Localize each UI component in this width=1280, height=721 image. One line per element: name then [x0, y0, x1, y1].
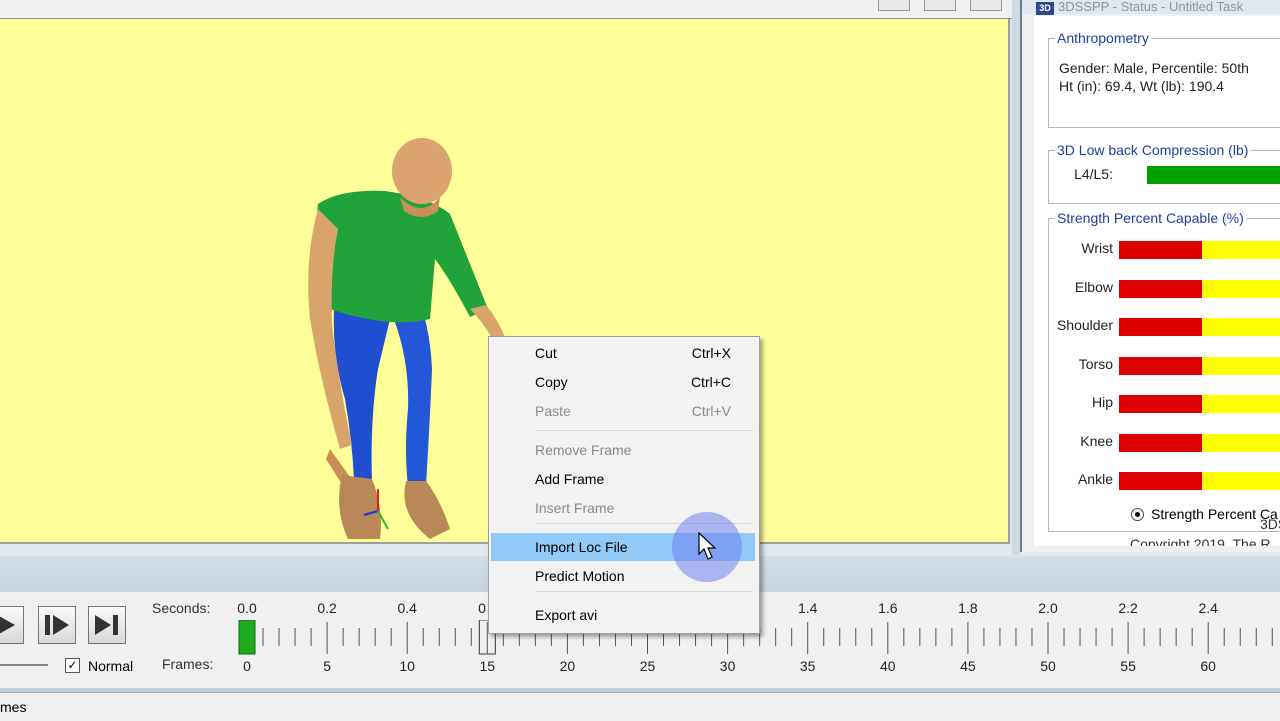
status-bar-text: mes: [0, 699, 27, 715]
seconds-tick-label: 0.2: [317, 600, 337, 616]
close-button[interactable]: [970, 0, 1002, 11]
menu-item-export-avi[interactable]: Export avi: [491, 601, 755, 629]
context-menu: Cut Ctrl+X Copy Ctrl+C Paste Ctrl+V Remove Fra…: [488, 336, 760, 634]
menu-item-label: Export avi: [535, 607, 598, 623]
strength-row-label: Elbow: [1074, 278, 1113, 295]
normal-checkbox[interactable]: ✓: [65, 658, 80, 673]
menu-item-label: Import Loc File: [535, 539, 628, 555]
anthropometry-group: Anthropometry Gender: Male, Percentile: …: [1048, 30, 1280, 128]
menu-item-label: Add Frame: [535, 471, 605, 487]
menu-separator: [535, 430, 753, 431]
status-window: 3D 3DSSPP - Status - Untitled Task Anthro…: [1020, 0, 1280, 552]
strength-bar-mid: [1202, 241, 1280, 259]
keyframe-marker[interactable]: [238, 620, 256, 655]
height-weight-text: Ht (in): 69.4, Wt (lb): 190.4: [1059, 78, 1224, 94]
mouse-pointer-icon: [698, 532, 717, 560]
frame-tick-label: 15: [479, 658, 496, 674]
gender-percentile-text: Gender: Male, Percentile: 50th: [1059, 60, 1249, 76]
status-window-title: 3DSSPP - Status - Untitled Task: [1058, 0, 1244, 14]
low-back-compression-group: 3D Low back Compression (lb) L4/L5:: [1048, 142, 1280, 204]
menu-item-remove-frame[interactable]: Remove Frame: [491, 436, 755, 464]
speed-slider-track[interactable]: [0, 664, 48, 666]
menu-item-add-frame[interactable]: Add Frame: [491, 465, 755, 493]
seconds-tick-label: 1.8: [958, 600, 978, 616]
seconds-tick-label: 2.0: [1038, 600, 1058, 616]
strength-row-label: Knee: [1080, 432, 1113, 449]
strength-bar-low: [1119, 318, 1202, 336]
menu-item-label: Cut: [535, 345, 557, 361]
main-window-titlebar: [0, 0, 1012, 19]
normal-label: Normal: [88, 658, 134, 674]
frame-tick-label: 20: [559, 658, 576, 674]
strength-percent-radio-label: Strength Percent Ca: [1151, 506, 1278, 522]
window-gap: [1012, 0, 1020, 555]
frame-tick-label: 40: [880, 658, 896, 674]
frame-tick-label: 5: [323, 658, 331, 674]
status-window-titlebar: 3D 3DSSPP - Status - Untitled Task: [1022, 0, 1280, 15]
strength-bar-low: [1119, 395, 1202, 413]
status-panel: Anthropometry Gender: Male, Percentile: …: [1034, 16, 1280, 546]
strength-row-label: Shoulder: [1056, 317, 1113, 333]
menu-item-cut[interactable]: Cut Ctrl+X: [491, 339, 755, 367]
strength-bar-mid: [1202, 472, 1280, 490]
frame-tick-label: 25: [639, 658, 656, 674]
seconds-tick-label: 1.4: [797, 600, 818, 616]
strength-bar-mid: [1202, 318, 1280, 336]
frame-tick-label: 30: [719, 658, 736, 674]
maximize-button[interactable]: [924, 0, 956, 11]
menu-item-label: Insert Frame: [535, 500, 615, 516]
footer-text-2: Copyright 2019, The R: [1130, 536, 1271, 546]
menu-item-paste[interactable]: Paste Ctrl+V: [491, 397, 755, 425]
l4-l5-compression-bar: [1147, 166, 1280, 184]
frame-tick-label: 0: [243, 658, 251, 674]
strength-bar-mid: [1202, 356, 1280, 375]
anthropometry-legend: Anthropometry: [1057, 30, 1149, 46]
frame-tick-label: 10: [399, 658, 415, 674]
app-icon: 3D: [1036, 2, 1054, 15]
menu-item-shortcut: Ctrl+V: [691, 403, 731, 419]
menu-separator: [535, 591, 753, 592]
strength-bar-low: [1119, 433, 1202, 452]
frame-tick-label: 50: [1040, 658, 1056, 674]
frame-tick-label: 45: [960, 658, 976, 674]
footer-text-1: 3DS: [1260, 516, 1280, 532]
strength-row-label: Wrist: [1081, 240, 1113, 256]
seconds-tick-label: 2.4: [1198, 600, 1218, 616]
low-back-legend: 3D Low back Compression (lb): [1057, 142, 1249, 158]
strength-row-label: Hip: [1091, 394, 1113, 410]
seconds-tick-label: 0.4: [397, 600, 417, 616]
strength-row-label: Ankle: [1077, 471, 1113, 487]
strength-bar-low: [1119, 472, 1202, 490]
menu-item-label: Remove Frame: [535, 442, 632, 458]
strength-row-label: Torso: [1078, 355, 1113, 372]
strength-bar-mid: [1202, 395, 1280, 413]
strength-legend: Strength Percent Capable (%): [1057, 210, 1244, 226]
seconds-tick-label: 2.2: [1118, 600, 1138, 616]
menu-item-label: Copy: [535, 374, 568, 390]
strength-percent-group: Strength Percent Capable (%) Wrist Elbow S…: [1048, 210, 1280, 532]
seconds-label: Seconds:: [152, 600, 211, 616]
strength-bar-mid: [1202, 279, 1280, 298]
menu-item-label: Predict Motion: [535, 568, 625, 584]
l4-l5-label: L4/L5:: [1074, 166, 1113, 182]
strength-bar-mid: [1202, 433, 1280, 452]
frame-tick-label: 55: [1120, 658, 1136, 674]
minimize-button[interactable]: [878, 0, 910, 11]
menu-item-label: Paste: [535, 403, 571, 419]
strength-bar-low: [1119, 356, 1202, 375]
seconds-tick-label: 1.6: [878, 600, 898, 616]
seconds-tick-label: 0.0: [237, 600, 257, 616]
frame-tick-label: 35: [799, 658, 816, 674]
strength-bar-low: [1119, 241, 1202, 259]
strength-percent-radio[interactable]: [1131, 508, 1144, 521]
menu-item-copy[interactable]: Copy Ctrl+C: [491, 368, 755, 396]
menu-item-shortcut: Ctrl+X: [691, 345, 731, 361]
frame-tick-label: 60: [1200, 658, 1216, 674]
seconds-tick-label: 0: [478, 600, 486, 616]
menu-item-shortcut: Ctrl+C: [690, 374, 731, 390]
status-bar: mes: [0, 692, 1280, 721]
strength-bar-low: [1119, 279, 1202, 298]
